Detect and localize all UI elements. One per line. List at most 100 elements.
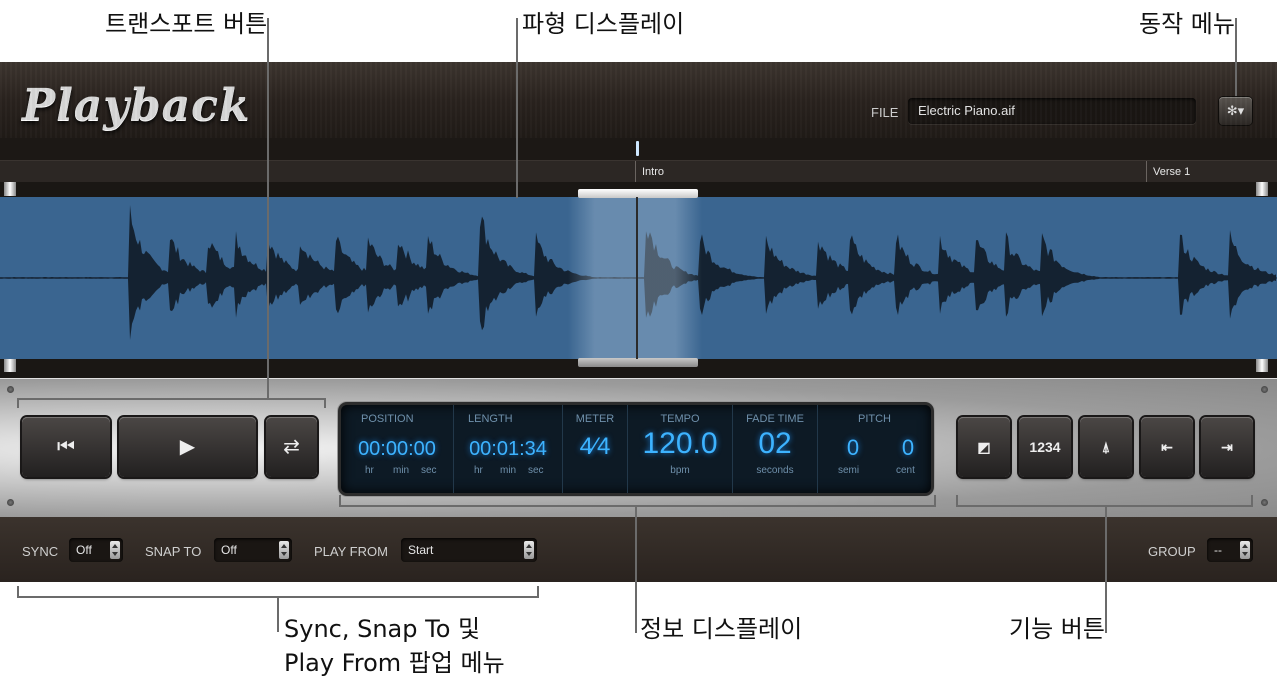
sync-stepper-icon	[110, 541, 120, 559]
file-label: FILE	[871, 105, 899, 120]
screw	[1261, 386, 1268, 393]
length-unit-hr: hr	[474, 465, 483, 476]
bracket-popups-right	[537, 586, 539, 596]
bracket-transport-right	[324, 398, 326, 408]
left-range-handle-bottom[interactable]	[4, 358, 16, 372]
group-popup[interactable]: --	[1207, 538, 1253, 562]
length-title: LENGTH	[468, 413, 513, 425]
length-unit-sec: sec	[528, 465, 544, 476]
playhead-indicator[interactable]	[636, 141, 639, 156]
bracket-function-left	[956, 495, 958, 505]
playhead-bottom-bar[interactable]	[578, 358, 698, 367]
play-from-popup[interactable]: Start	[401, 538, 537, 562]
snap-to-popup[interactable]: Off	[214, 538, 292, 562]
fade-time-title: FADE TIME	[746, 413, 804, 425]
length-value: 00:01:34	[469, 438, 547, 460]
go-to-start-icon: ⏮	[57, 436, 75, 458]
callout-waveform-display: 파형 디스플레이	[522, 10, 685, 38]
move-region-right-icon: ⇥	[1221, 439, 1233, 455]
playhead-line[interactable]	[636, 197, 638, 359]
playhead-focus-area	[568, 197, 702, 359]
metronome-icon: ⍋	[1101, 439, 1111, 455]
position-value: 00:00:00	[358, 438, 436, 460]
play-from-label: PLAY FROM	[314, 544, 388, 559]
pitch-cent-unit: cent	[896, 465, 915, 476]
callout-action-menu: 동작 메뉴	[1139, 10, 1235, 38]
move-region-left-button[interactable]: ⇤	[1141, 417, 1193, 477]
leader-waveform	[516, 18, 518, 198]
group-value: --	[1214, 543, 1222, 557]
length-cell[interactable]: LENGTH 00:01:34 hr min sec	[454, 405, 563, 493]
tempo-title: TEMPO	[660, 413, 700, 425]
snap-to-stepper-icon	[279, 541, 289, 559]
sync-value: Off	[76, 543, 92, 557]
playback-logo: Playback	[22, 80, 251, 131]
fade-time-value: 02	[758, 427, 792, 460]
cycle-button[interactable]: ⇄	[266, 417, 317, 477]
play-icon: ▶	[179, 436, 196, 458]
bracket-info	[339, 505, 936, 507]
sync-label: SYNC	[22, 544, 59, 559]
tempo-unit: bpm	[670, 465, 690, 476]
callout-popup-menus-line1: Sync, Snap To 및	[284, 615, 481, 643]
marker-verse-1[interactable]: Verse 1	[1146, 161, 1275, 183]
position-cell[interactable]: POSITION 00:00:00 hr min sec	[341, 405, 454, 493]
leader-action-menu	[1235, 18, 1237, 96]
gear-icon[interactable]: ✻▾	[1219, 97, 1252, 125]
move-region-left-icon: ⇤	[1161, 439, 1173, 455]
meter-title: METER	[575, 413, 615, 425]
bracket-info-right	[934, 495, 936, 505]
meter-value: 4⁄4	[579, 433, 611, 460]
callout-transport-buttons: 트랜스포트 버튼	[105, 10, 268, 38]
fade-time-cell[interactable]: FADE TIME 02 seconds	[733, 405, 818, 493]
play-button[interactable]: ▶	[119, 417, 256, 477]
bottom-bar: SYNC Off SNAP TO Off PLAY FROM Start GRO…	[0, 517, 1277, 581]
tempo-cell[interactable]: TEMPO 120.0 bpm	[628, 405, 733, 493]
file-name-field[interactable]: Electric Piano.aif	[908, 98, 1196, 124]
count-in-button[interactable]: 1234	[1019, 417, 1071, 477]
callout-info-display: 정보 디스플레이	[640, 615, 803, 643]
playback-plugin: Playback FILE Electric Piano.aif ✻▾ Intr…	[0, 62, 1277, 582]
pitch-cent-value: 0	[901, 435, 915, 460]
meter-cell[interactable]: METER 4⁄4	[563, 405, 628, 493]
pitch-title: PITCH	[858, 413, 891, 425]
left-range-handle-top[interactable]	[4, 182, 16, 196]
plugin-header: Playback FILE Electric Piano.aif ✻▾	[0, 62, 1277, 138]
snap-to-label: SNAP TO	[145, 544, 202, 559]
leader-popups	[277, 596, 279, 632]
screw	[7, 499, 14, 506]
fade-icon: ◩	[977, 439, 991, 455]
fade-time-unit: seconds	[756, 465, 794, 476]
right-range-handle-bottom[interactable]	[1256, 358, 1268, 372]
group-stepper-icon	[1240, 541, 1250, 559]
leader-function	[1105, 505, 1107, 633]
length-unit-min: min	[500, 465, 517, 476]
screw	[1261, 499, 1268, 506]
play-from-stepper-icon	[524, 541, 534, 559]
pitch-cell[interactable]: PITCH 0 0 semi cent	[818, 405, 931, 493]
callout-popup-menus-line2: Play From 팝업 메뉴	[284, 649, 505, 677]
playhead-top-bar[interactable]	[578, 189, 698, 198]
sync-popup[interactable]: Off	[69, 538, 123, 562]
move-region-right-button[interactable]: ⇥	[1201, 417, 1253, 477]
position-unit-hr: hr	[365, 465, 374, 476]
bracket-function-right	[1251, 495, 1253, 505]
waveform-display[interactable]	[0, 182, 1277, 382]
pitch-semi-value: 0	[846, 435, 860, 460]
bracket-transport	[17, 398, 326, 400]
position-title: POSITION	[361, 413, 414, 425]
position-unit-sec: sec	[421, 465, 437, 476]
marker-lane: Intro Verse 1	[0, 160, 1277, 184]
right-range-handle-top[interactable]	[1256, 182, 1268, 196]
position-unit-min: min	[393, 465, 410, 476]
fade-button[interactable]: ◩	[958, 417, 1010, 477]
pitch-semi-unit: semi	[838, 465, 860, 476]
bracket-popups-left	[17, 586, 19, 596]
marker-intro[interactable]: Intro	[635, 161, 1147, 183]
count-in-icon: 1234	[1029, 439, 1061, 455]
metronome-button[interactable]: ⍋	[1080, 417, 1132, 477]
go-to-start-button[interactable]: ⏮	[22, 417, 110, 477]
group-label: GROUP	[1148, 544, 1196, 559]
bracket-info-left	[339, 495, 341, 505]
callout-function-buttons: 기능 버튼	[1009, 615, 1105, 643]
